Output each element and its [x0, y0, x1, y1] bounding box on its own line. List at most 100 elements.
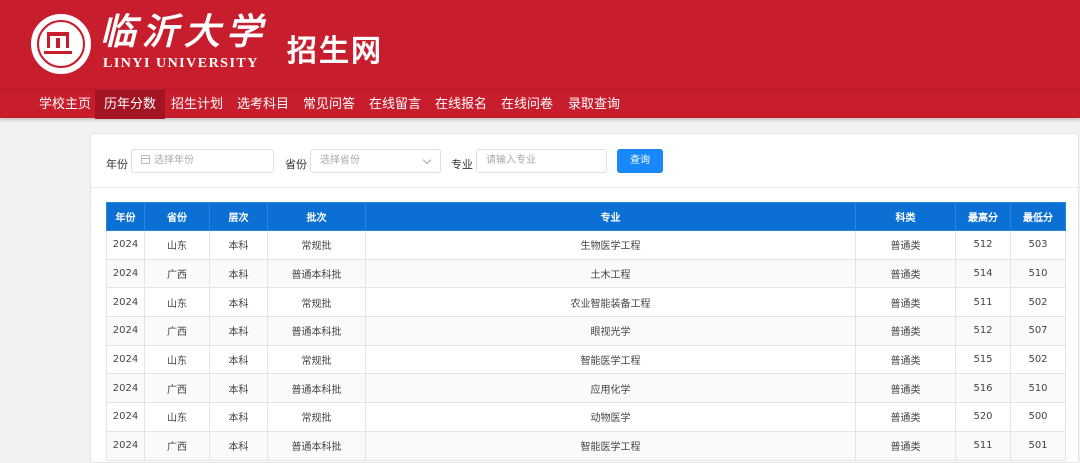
cell-category: 普通类: [855, 402, 956, 432]
cell-level: 本科: [209, 430, 268, 461]
cell-level: 本科: [209, 287, 268, 318]
cell-max-score: 520: [955, 402, 1011, 432]
nav-item-apply[interactable]: 在线报名: [426, 90, 496, 119]
major-input[interactable]: 请输入专业: [476, 149, 607, 173]
table-row: 2024 广西 本科 普通本科批 眼视光学 普通类 512 507: [106, 316, 1066, 346]
cell-batch: 常规批: [267, 402, 366, 432]
cell-year: 2024: [106, 258, 145, 289]
year-picker[interactable]: 选择年份: [131, 149, 274, 173]
cell-major: 动物医学: [365, 402, 856, 432]
cell-batch: 常规批: [267, 287, 366, 318]
table-header-row: 年份 省份 层次 批次 专业 科类 最高分 最低分: [106, 202, 1066, 231]
cell-year: 2024: [106, 287, 145, 318]
year-placeholder: 选择年份: [154, 155, 194, 166]
university-name-en: LINYI UNIVERSITY: [103, 56, 259, 71]
cell-major: 应用化学: [365, 373, 856, 404]
cell-batch: 常规批: [267, 344, 366, 375]
site-title: 招生网: [287, 34, 383, 69]
nav-item-message[interactable]: 在线留言: [360, 90, 430, 119]
university-name-cn: 临沂大学: [100, 11, 269, 53]
cell-min-score: 502: [1010, 287, 1066, 318]
cell-category: 普通类: [855, 430, 956, 461]
cell-level: 本科: [209, 316, 268, 346]
table-row: 2024 山东 本科 常规批 农业智能装备工程 普通类 511 502: [106, 287, 1066, 318]
cell-min-score: 503: [1010, 230, 1066, 260]
cell-category: 普通类: [855, 287, 956, 318]
cell-min-score: 510: [1010, 373, 1066, 404]
cell-min-score: 500: [1010, 402, 1066, 432]
divider: [91, 187, 1078, 188]
scores-table: 年份 省份 层次 批次 专业 科类 最高分 最低分 2024 山东 本科 常规批 生物医…: [106, 202, 1066, 461]
search-button[interactable]: 查询: [617, 149, 663, 173]
cell-major: 智能医学工程: [365, 344, 856, 375]
site-header: 临沂大学 LINYI UNIVERSITY 招生网: [0, 0, 1080, 89]
cell-category: 普通类: [855, 230, 956, 260]
cell-category: 普通类: [855, 344, 956, 375]
province-select[interactable]: 选择省份: [310, 149, 441, 173]
col-max-score[interactable]: 最高分: [955, 202, 1011, 231]
chevron-down-icon: [422, 155, 432, 165]
table-row: 2024 广西 本科 普通本科批 应用化学 普通类 516 510: [106, 373, 1066, 404]
cell-category: 普通类: [855, 373, 956, 404]
table-row: 2024 山东 本科 常规批 智能医学工程 普通类 515 502: [106, 344, 1066, 375]
year-label: 年份: [106, 158, 128, 171]
cell-province: 山东: [144, 344, 210, 375]
nav-item-enrollment-plan[interactable]: 招生计划: [162, 90, 232, 119]
cell-batch: 普通本科批: [267, 258, 366, 289]
province-placeholder: 选择省份: [320, 155, 360, 166]
cell-year: 2024: [106, 430, 145, 461]
major-label: 专业: [451, 158, 473, 171]
cell-max-score: 516: [955, 373, 1011, 404]
cell-min-score: 510: [1010, 258, 1066, 289]
cell-batch: 普通本科批: [267, 316, 366, 346]
col-min-score[interactable]: 最低分: [1010, 202, 1066, 231]
cell-major: 生物医学工程: [365, 230, 856, 260]
calendar-icon: [141, 155, 150, 164]
nav-item-survey[interactable]: 在线问卷: [492, 90, 562, 119]
cell-year: 2024: [106, 230, 145, 260]
nav-item-home[interactable]: 学校主页: [30, 90, 100, 119]
cell-province: 山东: [144, 402, 210, 432]
cell-province: 山东: [144, 287, 210, 318]
cell-max-score: 514: [955, 258, 1011, 289]
cell-level: 本科: [209, 258, 268, 289]
cell-province: 广西: [144, 316, 210, 346]
cell-province: 广西: [144, 430, 210, 461]
cell-max-score: 515: [955, 344, 1011, 375]
cell-min-score: 501: [1010, 430, 1066, 461]
nav-item-admission-query[interactable]: 录取查询: [559, 90, 629, 119]
main-nav: 学校主页 历年分数 招生计划 选考科目 常见问答 在线留言 在线报名 在线问卷 …: [0, 89, 1080, 119]
cell-year: 2024: [106, 373, 145, 404]
cell-level: 本科: [209, 344, 268, 375]
scores-card: 年份 选择年份 省份 选择省份 专业 请输入专业 查询 年份 省份 层次 批次 …: [90, 133, 1079, 463]
col-year[interactable]: 年份: [106, 202, 145, 231]
cell-year: 2024: [106, 316, 145, 346]
cell-max-score: 511: [955, 430, 1011, 461]
cell-province: 广西: [144, 373, 210, 404]
cell-province: 广西: [144, 258, 210, 289]
table-row: 2024 广西 本科 普通本科批 智能医学工程 普通类 511 501: [106, 430, 1066, 461]
major-placeholder: 请输入专业: [486, 155, 536, 166]
col-batch[interactable]: 批次: [267, 202, 366, 231]
cell-min-score: 502: [1010, 344, 1066, 375]
cell-year: 2024: [106, 402, 145, 432]
col-category[interactable]: 科类: [855, 202, 956, 231]
table-row: 2024 山东 本科 常规批 生物医学工程 普通类 512 503: [106, 230, 1066, 260]
col-province[interactable]: 省份: [144, 202, 210, 231]
university-seal-icon[interactable]: [31, 14, 91, 74]
cell-min-score: 507: [1010, 316, 1066, 346]
nav-item-exam-subjects[interactable]: 选考科目: [228, 90, 298, 119]
cell-province: 山东: [144, 230, 210, 260]
nav-item-faq[interactable]: 常见问答: [294, 90, 364, 119]
cell-level: 本科: [209, 230, 268, 260]
nav-item-history-scores[interactable]: 历年分数: [95, 90, 166, 119]
cell-major: 土木工程: [365, 258, 856, 289]
table-row: 2024 山东 本科 常规批 动物医学 普通类 520 500: [106, 402, 1066, 432]
col-level[interactable]: 层次: [209, 202, 268, 231]
cell-batch: 常规批: [267, 230, 366, 260]
col-major[interactable]: 专业: [365, 202, 856, 231]
cell-category: 普通类: [855, 258, 956, 289]
cell-major: 农业智能装备工程: [365, 287, 856, 318]
cell-batch: 普通本科批: [267, 430, 366, 461]
cell-major: 眼视光学: [365, 316, 856, 346]
